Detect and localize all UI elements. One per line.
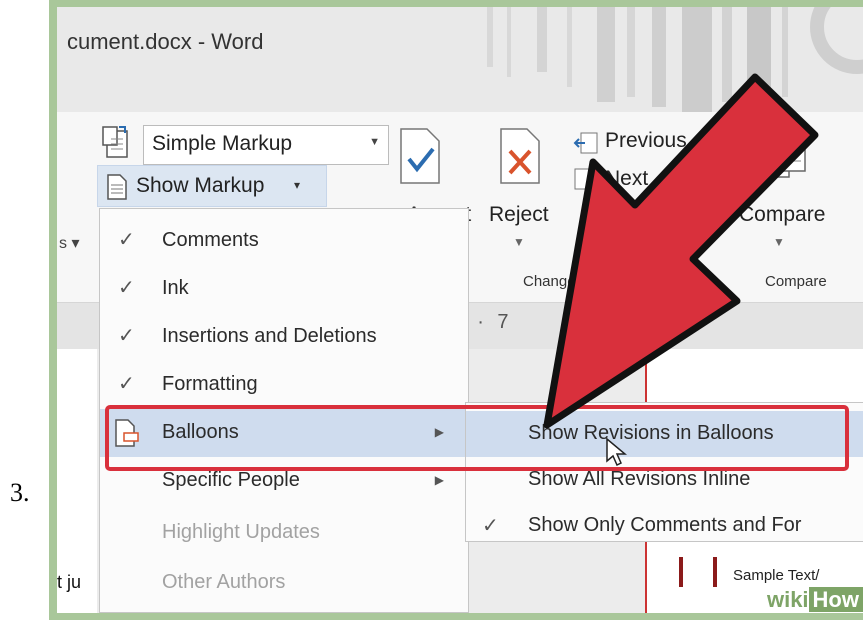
display-for-review-combo[interactable]: Simple Markup ▼ bbox=[143, 125, 389, 165]
show-markup-caret: ▾ bbox=[294, 178, 301, 192]
compare-button-label[interactable]: Compare bbox=[739, 203, 825, 227]
tracking-partial-label: s ▾ bbox=[59, 235, 80, 252]
show-markup-button[interactable]: Show Markup ▾ bbox=[97, 165, 327, 207]
changes-group-label: Changes bbox=[523, 273, 584, 290]
step-number: 3. bbox=[10, 478, 30, 507]
screenshot-frame: cument.docx - Word Simple Markup ▼ Show … bbox=[49, 0, 863, 620]
previous-button-label[interactable]: Previous bbox=[605, 129, 687, 153]
menu-item-other-authors[interactable]: Other Authors bbox=[100, 559, 468, 607]
show-markup-label: Show Markup bbox=[136, 174, 265, 197]
menu-item-formatting[interactable]: ✓ Formatting bbox=[100, 361, 468, 409]
menu-item-label: Specific People bbox=[162, 469, 300, 491]
title-bar: cument.docx - Word bbox=[57, 7, 863, 112]
check-icon: ✓ bbox=[118, 373, 135, 395]
submenu-item-show-only-comments[interactable]: ✓ Show Only Comments and For bbox=[466, 503, 863, 549]
word-window: cument.docx - Word Simple Markup ▼ Show … bbox=[57, 7, 863, 613]
menu-item-comments[interactable]: ✓ Comments bbox=[100, 217, 468, 265]
menu-item-label: Insertions and Deletions bbox=[162, 325, 377, 347]
compare-icon[interactable] bbox=[757, 123, 809, 187]
menu-item-insertions-deletions[interactable]: ✓ Insertions and Deletions bbox=[100, 313, 468, 361]
check-icon: ✓ bbox=[118, 325, 135, 347]
document-left-text: t ju bbox=[57, 572, 82, 592]
wikihow-watermark: wiki How bbox=[767, 587, 863, 613]
change-bar bbox=[713, 557, 717, 587]
mouse-cursor-icon bbox=[605, 437, 628, 472]
reject-button-label[interactable]: Reject bbox=[489, 203, 549, 227]
document-sample-text: Sample Text/ bbox=[733, 567, 820, 584]
reject-x-icon[interactable] bbox=[497, 127, 543, 185]
check-icon: ✓ bbox=[118, 229, 135, 251]
menu-item-label: Comments bbox=[162, 229, 259, 251]
submenu-item-label: Show Only Comments and For bbox=[528, 514, 802, 536]
accept-check-icon[interactable] bbox=[397, 127, 443, 185]
reject-dropdown-caret[interactable]: ▼ bbox=[513, 235, 525, 249]
compare-group-label: Compare bbox=[765, 273, 827, 290]
next-icon[interactable] bbox=[573, 167, 601, 191]
submenu-item-label: Show All Revisions Inline bbox=[528, 468, 751, 490]
menu-item-ink[interactable]: ✓ Ink bbox=[100, 265, 468, 313]
change-bar bbox=[679, 557, 683, 587]
check-icon: ✓ bbox=[118, 277, 135, 299]
chevron-down-icon[interactable]: ▼ bbox=[369, 136, 380, 148]
compare-dropdown-caret[interactable]: ▼ bbox=[773, 235, 785, 249]
menu-item-label: Highlight Updates bbox=[162, 521, 320, 543]
check-icon: ✓ bbox=[482, 515, 499, 537]
window-title: cument.docx - Word bbox=[67, 29, 264, 54]
menu-item-label: Ink bbox=[162, 277, 189, 299]
show-markup-doc-icon bbox=[106, 174, 128, 205]
display-for-review-icon bbox=[101, 125, 131, 159]
menu-item-label: Formatting bbox=[162, 373, 258, 395]
menu-item-highlight-updates[interactable]: Highlight Updates bbox=[100, 509, 468, 557]
title-bar-decoration bbox=[487, 7, 863, 112]
next-button-label[interactable]: Next bbox=[605, 167, 648, 191]
highlight-box bbox=[105, 405, 849, 471]
display-for-review-value: Simple Markup bbox=[152, 132, 293, 155]
menu-item-label: Other Authors bbox=[162, 571, 286, 593]
submenu-arrow-icon: ▶ bbox=[434, 473, 444, 487]
previous-icon[interactable] bbox=[573, 131, 601, 155]
watermark-how: How bbox=[808, 587, 863, 612]
watermark-wiki: wiki bbox=[766, 587, 809, 612]
